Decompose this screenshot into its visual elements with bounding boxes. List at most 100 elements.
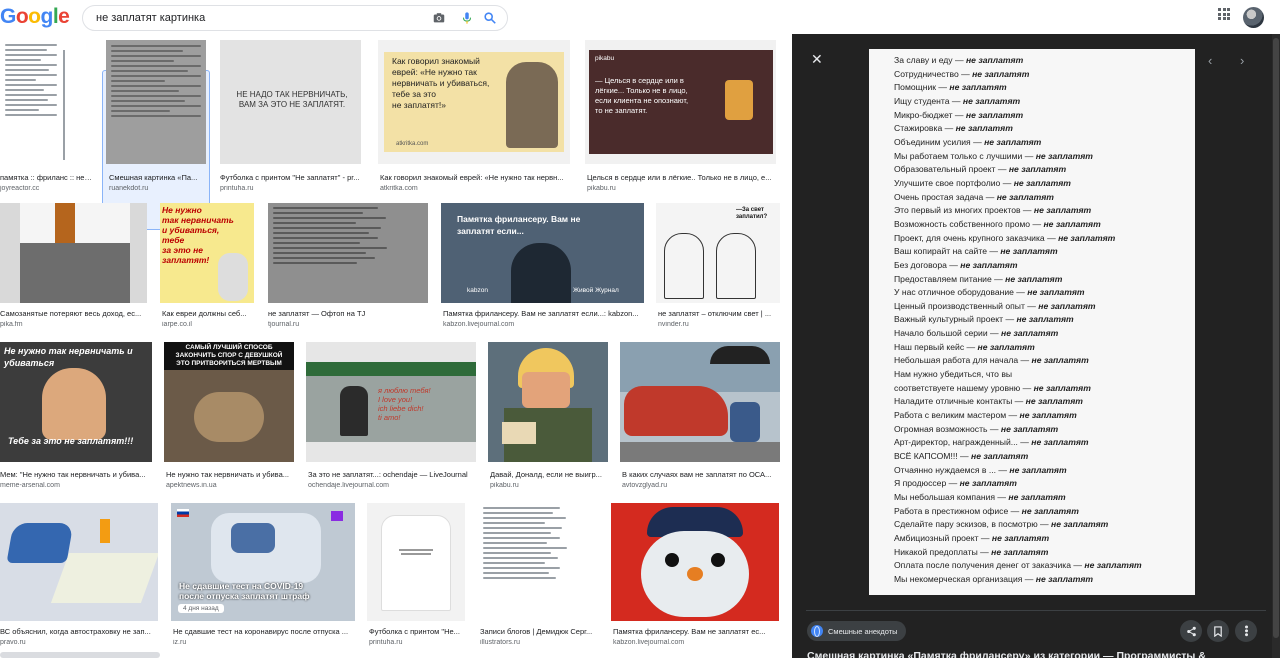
result-thumbnail[interactable] (488, 342, 608, 462)
result-title[interactable]: ВС объяснил, когда автостраховку не зап.… (0, 627, 156, 636)
memo-line-suffix: не заплатят (1035, 150, 1093, 161)
horizontal-scrollbar[interactable] (0, 652, 160, 658)
memo-line: Начало большой серии — не заплатят (894, 327, 1190, 341)
thumbnail-text: Не нужно так нервничать и убиваться (4, 346, 133, 368)
result-thumbnail[interactable] (0, 40, 95, 164)
account-avatar[interactable] (1243, 7, 1264, 28)
result-source[interactable]: pikabu.ru (587, 185, 777, 192)
result-title[interactable]: Памятка фрилансеру. Вам не заплатят если… (443, 309, 643, 318)
result-title[interactable]: В каких случаях вам не заплатят по ОСА..… (622, 470, 780, 479)
result-title[interactable]: Записи блогов | Демидюк Серг... (480, 627, 598, 636)
memo-line: Арт-директор, награжденный... — не запла… (894, 436, 1190, 450)
result-title[interactable]: Целься в сердце или в лёгкие.. Только не… (587, 173, 777, 182)
result-source[interactable]: kabzon.livejournal.com (613, 639, 779, 646)
result-thumbnail[interactable] (106, 40, 206, 164)
camera-icon[interactable] (432, 11, 446, 25)
google-logo[interactable]: Google (0, 5, 70, 29)
result-source[interactable]: pravo.ru (0, 639, 156, 646)
search-box[interactable] (82, 5, 508, 31)
result-thumbnail[interactable]: Не нужно так нервничать и убиваться Тебе… (0, 342, 152, 462)
result-source[interactable]: ochendaje.livejournal.com (308, 482, 476, 489)
result-title[interactable]: Не нужно так нервничать и убива... (166, 470, 294, 479)
result-source[interactable]: printuha.ru (220, 185, 362, 192)
logo-letter: e (58, 5, 70, 28)
panel-divider (806, 610, 1266, 611)
result-source[interactable]: pika.fm (0, 321, 145, 328)
previous-icon[interactable]: ‹ (1208, 53, 1212, 68)
result-thumbnail[interactable]: Не нужно так нервничать и убиваться, теб… (160, 203, 254, 303)
result-thumbnail[interactable]: pikabu — Целься в сердце или в лёгкие...… (585, 40, 776, 164)
source-site-chip[interactable]: Смешные анекдоты (807, 621, 906, 641)
result-title[interactable]: За это не заплатят...: ochendaje — LiveJ… (308, 470, 476, 479)
result-title[interactable]: Как говорил знакомый еврей: «Не нужно та… (380, 173, 570, 182)
apps-grid-icon[interactable] (1218, 8, 1230, 20)
result-title[interactable]: Самозанятые потеряют весь доход, ес... (0, 309, 145, 318)
result-title[interactable]: Мем: "Не нужно так нервничать и убива... (0, 470, 150, 479)
memo-line-suffix: не заплатят (1043, 218, 1101, 229)
result-thumbnail[interactable] (620, 342, 780, 462)
result-title[interactable]: Как евреи должны себ... (162, 309, 252, 318)
result-thumbnail[interactable] (611, 503, 779, 621)
result-title[interactable]: Памятка фрилансеру. Вам не заплатят ес..… (613, 627, 779, 636)
memo-line: Отчаянно нуждаемся в ... — не заплатят (894, 464, 1190, 478)
result-thumbnail[interactable] (478, 503, 598, 621)
result-thumbnail[interactable]: НЕ НАДО ТАК НЕРВНИЧАТЬ, ВАМ ЗА ЭТО НЕ ЗА… (220, 40, 361, 164)
result-title[interactable]: не заплатят – отключим свет | ... (658, 309, 780, 318)
share-button[interactable] (1180, 620, 1202, 642)
result-source[interactable]: iarpe.co.il (162, 321, 252, 328)
thumbnail-brand: kabzon (467, 287, 488, 294)
memo-line: Предоставляем питание — не заплатят (894, 273, 1190, 287)
more-options-button[interactable]: ••• (1235, 620, 1257, 642)
result-title[interactable]: Смешная картинка «Па... (109, 173, 205, 182)
result-thumbnail[interactable]: —За свет заплатил? (656, 203, 780, 303)
close-icon[interactable]: ✕ (811, 51, 823, 68)
memo-line-text: Небольшая работа для начала — (894, 355, 1030, 366)
save-button[interactable] (1207, 620, 1229, 642)
result-source[interactable]: pikabu.ru (490, 482, 608, 489)
result-source[interactable]: iz.ru (173, 639, 355, 646)
result-source[interactable]: apektnews.in.ua (166, 482, 294, 489)
globe-icon (811, 625, 823, 637)
result-source[interactable]: printuha.ru (369, 639, 465, 646)
result-source[interactable]: ruanekdot.ru (109, 185, 205, 192)
result-thumbnail[interactable] (367, 503, 465, 621)
result-title[interactable]: не заплатят — Офтоп на TJ (268, 309, 428, 318)
result-source[interactable]: kabzon.livejournal.com (443, 321, 643, 328)
preview-image[interactable]: За славу и еду — не заплатят Сотрудничест… (869, 49, 1195, 595)
memo-line: Стажировка — не заплатят (894, 122, 1190, 136)
result-source[interactable]: nvinder.ru (658, 321, 780, 328)
memo-line-text: соответствуете нашему уровню — (894, 382, 1032, 393)
result-source[interactable]: joyreactor.cc (0, 185, 92, 192)
result-source[interactable]: meme-arsenal.com (0, 482, 150, 489)
preview-title[interactable]: Смешная картинка «Памятка фрилансеру» из… (807, 650, 1267, 658)
memo-line-suffix: не заплатят (955, 123, 1013, 134)
search-input[interactable] (96, 12, 426, 24)
result-thumbnail[interactable] (0, 503, 158, 621)
result-source[interactable]: avtovzglyad.ru (622, 482, 780, 489)
memo-line: Очень простая задача — не заплатят (894, 191, 1190, 205)
search-icon[interactable] (483, 11, 497, 25)
result-thumbnail[interactable]: Памятка фрилансеру. Вам не заплатят если… (441, 203, 644, 303)
result-thumbnail[interactable] (0, 203, 147, 303)
microphone-icon[interactable] (460, 11, 474, 25)
result-title[interactable]: Не сдавшие тест на коронавирус после отп… (173, 627, 355, 636)
result-source[interactable]: tjournal.ru (268, 321, 428, 328)
result-title[interactable]: памятка :: фриланс :: не ... (0, 173, 92, 182)
next-icon[interactable]: › (1240, 53, 1244, 68)
panel-scrollbar[interactable] (1272, 34, 1280, 658)
result-thumbnail[interactable]: я люблю тебя! I love you! ich liebe dich… (306, 342, 476, 462)
memo-line-suffix: не заплатят (1025, 396, 1083, 407)
result-source[interactable]: atkritka.com (380, 185, 570, 192)
result-thumbnail[interactable] (268, 203, 428, 303)
result-source[interactable]: illustrators.ru (480, 639, 598, 646)
result-title[interactable]: Футболка с принтом "Не... (369, 627, 465, 636)
memo-line-suffix: не заплатят (965, 55, 1024, 65)
result-thumbnail[interactable]: Как говорил знакомый еврей: «Не нужно та… (378, 40, 570, 164)
memo-line-suffix: не заплатят (1013, 177, 1071, 188)
memo-line-text: Объединим усилия — (894, 136, 982, 147)
memo-line: Мы небольшая компания — не заплатят (894, 491, 1190, 505)
memo-line-suffix: не заплатят (1035, 573, 1094, 584)
result-title[interactable]: Футболка с принтом "Не заплатят" - pr... (220, 173, 362, 182)
result-title[interactable]: Давай, Доналд, если не выигр... (490, 470, 608, 479)
result-thumbnail[interactable]: САМЫЙ ЛУЧШИЙ СПОСОБ ЗАКОНЧИТЬ СПОР С ДЕВ… (164, 342, 294, 462)
